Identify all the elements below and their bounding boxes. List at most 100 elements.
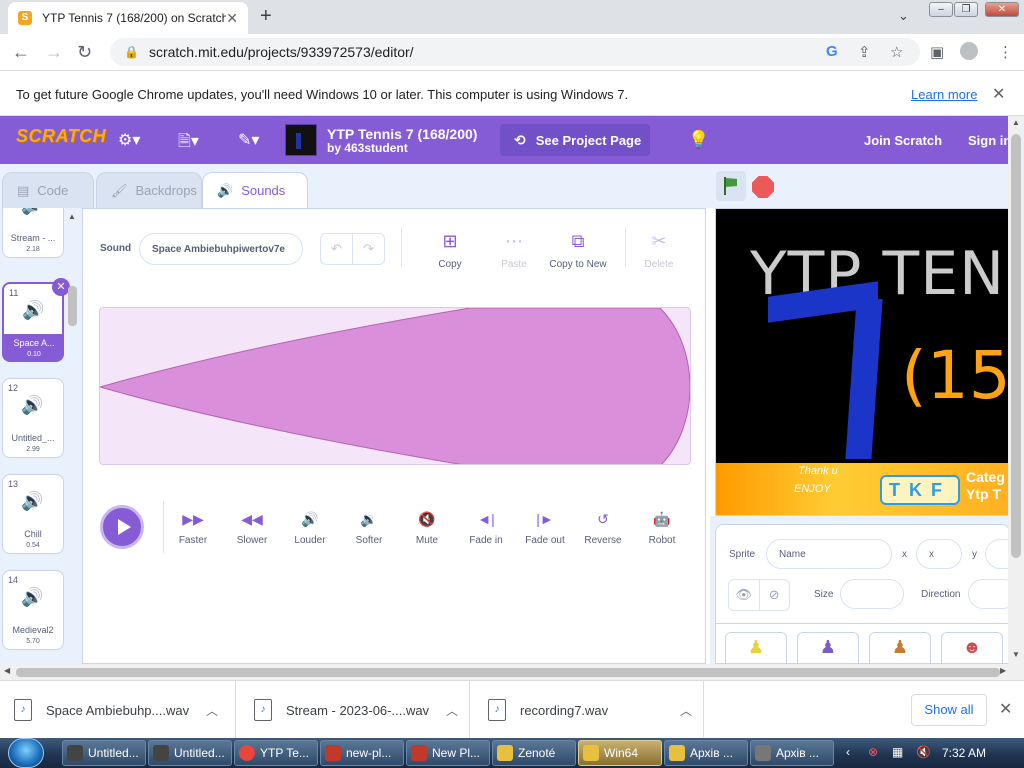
sign-in-link[interactable]: Sign in [968, 133, 1011, 148]
side-panel-icon[interactable]: ▣ [930, 43, 944, 61]
learn-more-link[interactable]: Learn more [911, 87, 977, 102]
start-button[interactable] [8, 738, 44, 768]
tab-backdrops[interactable]: 🖌 Backdrops [96, 172, 202, 208]
chevron-up-icon[interactable]: ︿ [446, 702, 458, 719]
effect-mute-button[interactable]: 🔇 Mute [397, 511, 457, 546]
file-menu-icon[interactable]: 🗎▾ [178, 130, 199, 157]
sound-item[interactable]: 🔊 Stream - ... 2.18 [2, 208, 64, 258]
taskbar-item[interactable]: New Pl... [406, 740, 490, 766]
tab-code[interactable]: ▤ Code [2, 172, 94, 208]
size-input[interactable] [840, 579, 904, 609]
chevron-up-icon[interactable]: ︿ [206, 702, 218, 719]
scroll-up-arrow-icon[interactable]: ▲ [1012, 118, 1020, 127]
scroll-thumb[interactable] [16, 668, 1000, 677]
page-vertical-scrollbar[interactable]: ▲ ▼ [1008, 116, 1024, 664]
paste-button[interactable]: ⋯ Paste [479, 231, 549, 270]
show-all-button[interactable]: Show all [911, 694, 987, 726]
project-author[interactable]: by 463student [327, 141, 408, 155]
effect-reverse-button[interactable]: ↺ Reverse [573, 511, 633, 546]
window-close-button[interactable]: ✕ [985, 2, 1019, 17]
taskbar-item[interactable]: Архів ... [750, 740, 834, 766]
lightbulb-icon[interactable]: 💡 [688, 130, 709, 150]
profile-avatar-icon[interactable] [960, 42, 978, 60]
effect-fade-in-button[interactable]: ◄| Fade in [456, 511, 516, 546]
effect-fade-out-button[interactable]: |► Fade out [515, 511, 575, 546]
tab-close-icon[interactable]: ✕ [226, 10, 238, 27]
network-icon[interactable]: ▦ [892, 745, 903, 759]
tray-expand-icon[interactable]: ‹ [846, 745, 850, 759]
delete-button[interactable]: ✂ Delete [624, 231, 694, 270]
sprite-tile[interactable]: ☻ [941, 632, 1003, 663]
taskbar-item-active[interactable]: Win64 [578, 740, 662, 766]
sound-item[interactable]: 14 🔊 Medieval2 5.70 [2, 570, 64, 650]
play-sound-button[interactable] [100, 505, 144, 549]
new-tab-button[interactable]: + [260, 5, 272, 28]
restore-button[interactable]: ❐ [954, 2, 978, 17]
sprite-tile[interactable]: ♟ [797, 632, 859, 663]
scroll-up-arrow-icon[interactable]: ▲ [68, 212, 76, 221]
effect-faster-button[interactable]: ▶▶ Faster [163, 511, 223, 546]
taskbar-item[interactable]: Zenoté [492, 740, 576, 766]
effect-slower-button[interactable]: ◀◀ Slower [222, 511, 282, 546]
scroll-left-arrow-icon[interactable]: ◀ [4, 666, 10, 675]
sound-item-selected[interactable]: 11 🔊 Space A... 0.10 ✕ [2, 278, 70, 362]
scroll-thumb[interactable] [1011, 134, 1021, 558]
scroll-down-arrow-icon[interactable]: ▼ [1012, 650, 1020, 659]
sound-name-input[interactable]: Space Ambiebuhpiwertov7e [139, 233, 303, 265]
effect-louder-button[interactable]: 🔊 Louder [280, 511, 340, 546]
sprite-tile[interactable]: ♟ [869, 632, 931, 663]
infobar-close-icon[interactable]: ✕ [992, 84, 1005, 104]
see-project-page-button[interactable]: ⟲ See Project Page [500, 124, 650, 156]
effect-softer-button[interactable]: 🔉 Softer [339, 511, 399, 546]
minimize-button[interactable]: – [929, 2, 953, 17]
page-horizontal-scrollbar[interactable]: ◀ ▶ [0, 664, 1024, 680]
google-translate-icon[interactable]: G [826, 43, 838, 60]
x-input[interactable]: x [916, 539, 962, 569]
sprite-tile[interactable]: ♟ [725, 632, 787, 663]
forward-icon[interactable]: → [45, 42, 63, 63]
copy-to-new-button[interactable]: ⧉ Copy to New [543, 231, 613, 270]
effect-robot-button[interactable]: 🤖 Robot [632, 511, 692, 546]
scratch-logo[interactable]: SCRATCH [16, 126, 106, 147]
tab-search-chevron-icon[interactable]: ⌄ [898, 8, 909, 24]
settings-gear-icon[interactable]: ⚙▾ [118, 130, 140, 150]
taskbar-clock[interactable]: 7:32 AM [942, 746, 986, 760]
download-item[interactable]: ♪ Stream - 2023-06-....wav ︿ [240, 681, 470, 739]
tab-sounds[interactable]: 🔊 Sounds [202, 172, 308, 208]
shelf-close-icon[interactable]: ✕ [999, 699, 1012, 719]
browser-tab[interactable]: S YTP Tennis 7 (168/200) on Scratch ✕ [8, 2, 248, 34]
security-icon[interactable]: ⊗ [868, 745, 878, 759]
redo-icon[interactable]: ↷ [352, 234, 384, 264]
copy-button[interactable]: ⊞ Copy [415, 231, 485, 270]
menu-kebab-icon[interactable]: ⋮ [998, 43, 1013, 61]
scroll-thumb[interactable] [68, 286, 77, 326]
download-item[interactable]: ♪ Space Ambiebuhp....wav ︿ [0, 681, 236, 739]
omnibox[interactable]: 🔒 scratch.mit.edu/projects/933972573/edi… [110, 38, 920, 66]
taskbar-item[interactable]: Untitled... [148, 740, 232, 766]
waveform-display[interactable] [99, 307, 691, 465]
green-flag-icon[interactable] [716, 171, 746, 201]
scroll-right-arrow-icon[interactable]: ▶ [1000, 666, 1006, 675]
taskbar-item[interactable]: Untitled... [62, 740, 146, 766]
taskbar-item[interactable]: Архів ... [664, 740, 748, 766]
share-icon[interactable]: ⇪ [858, 43, 871, 61]
taskbar-item[interactable]: YTP Te... [234, 740, 318, 766]
edit-menu-icon[interactable]: ✎▾ [238, 130, 259, 150]
sound-item[interactable]: 13 🔊 Chill 0.54 [2, 474, 64, 554]
download-item[interactable]: ♪ recording7.wav ︿ [474, 681, 704, 739]
sound-item-number: 11 [9, 288, 19, 298]
undo-icon[interactable]: ↶ [321, 234, 352, 264]
sound-list-scrollbar[interactable]: ▲ [66, 212, 78, 662]
sprite-name-input[interactable]: Name [766, 539, 892, 569]
chevron-up-icon[interactable]: ︿ [680, 702, 692, 719]
reload-icon[interactable]: ↻ [77, 42, 92, 63]
show-eye-icon[interactable]: 👁 [729, 580, 759, 610]
stage-canvas[interactable]: YTP TENN (15 Thank u ENJOY TKF Categ Ytp… [715, 208, 1010, 516]
hide-eye-icon[interactable]: ⊘ [758, 580, 790, 610]
join-scratch-link[interactable]: Join Scratch [864, 133, 942, 148]
taskbar-item[interactable]: new-pl... [320, 740, 404, 766]
sound-item[interactable]: 12 🔊 Untitled_... 2.99 [2, 378, 64, 458]
volume-muted-icon[interactable]: 🔇 [916, 745, 931, 759]
back-icon[interactable]: ← [12, 42, 30, 63]
bookmark-star-icon[interactable]: ☆ [890, 43, 903, 61]
